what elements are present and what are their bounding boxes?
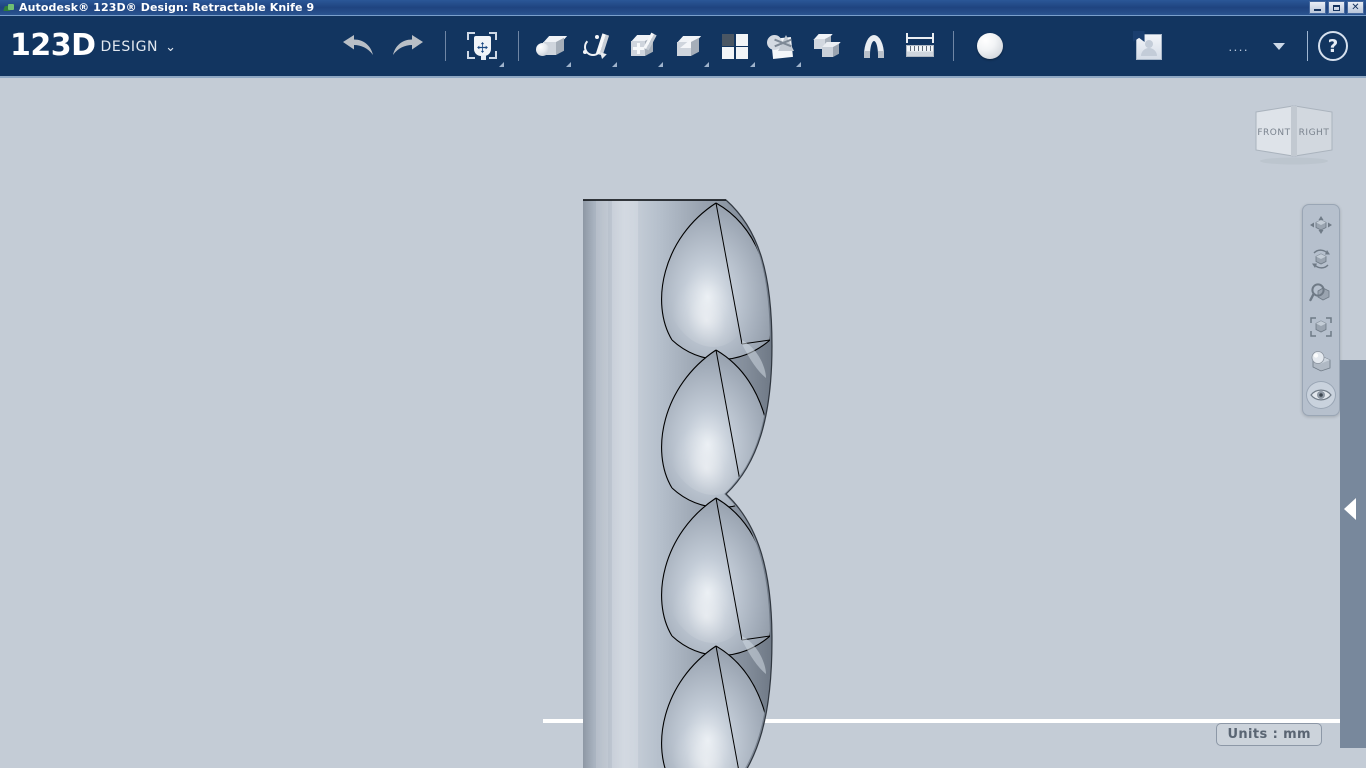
pattern-grid-icon — [718, 30, 754, 62]
pattern-menu-caret[interactable] — [750, 62, 755, 67]
sphere-box-icon — [534, 30, 570, 62]
grouping-menu-caret[interactable] — [796, 62, 801, 67]
units-badge[interactable]: Units : mm — [1216, 723, 1322, 746]
brand-mark: 123D — [10, 33, 96, 59]
modify-button[interactable] — [667, 19, 713, 73]
orbit-button[interactable] — [1306, 245, 1336, 273]
window-title: Autodesk® 123D® Design: Retractable Knif… — [19, 1, 314, 14]
toolbar-overflow-dots[interactable]: .... — [1223, 39, 1255, 54]
viewport-canvas[interactable]: FRONT RIGHT — [0, 78, 1366, 768]
zoom-button[interactable] — [1306, 279, 1336, 307]
pan-icon — [1309, 214, 1333, 236]
combine-solids-icon — [810, 30, 846, 62]
toolbar-divider-4 — [1307, 31, 1308, 61]
transform-button[interactable] — [456, 19, 508, 73]
shading-sphere-cube-icon — [1309, 350, 1333, 372]
material-sphere-icon — [977, 33, 1003, 59]
panel-collapse-handle[interactable] — [1344, 498, 1356, 520]
magnet-icon — [856, 30, 892, 62]
grouping-shapes-icon — [764, 30, 800, 62]
construct-button[interactable] — [621, 19, 667, 73]
toolbar-divider-3 — [953, 31, 954, 61]
shading-button[interactable] — [1306, 347, 1336, 375]
maximize-restore-button[interactable] — [1328, 1, 1345, 14]
model-3d-shaft[interactable] — [0, 78, 1366, 768]
fit-to-view-icon — [1309, 316, 1333, 338]
magnifier-icon — [1309, 282, 1333, 304]
minimize-button[interactable] — [1309, 1, 1326, 14]
orbit-icon — [1309, 248, 1333, 270]
ruler-measure-icon — [902, 30, 938, 62]
redo-button[interactable] — [383, 19, 435, 73]
primitives-button[interactable] — [529, 19, 575, 73]
redo-arrow-icon — [389, 33, 429, 59]
window-controls: ✕ — [1309, 1, 1364, 14]
toolbar-divider-2 — [518, 31, 519, 61]
undo-arrow-icon — [337, 33, 377, 59]
primitives-menu-caret[interactable] — [566, 62, 571, 67]
sketch-pencil-icon — [580, 30, 616, 62]
transform-menu-caret[interactable] — [499, 62, 504, 67]
eye-icon — [1309, 387, 1333, 403]
toolbar-divider — [445, 31, 446, 61]
right-panel-strip — [1340, 360, 1366, 748]
construct-menu-caret[interactable] — [658, 62, 663, 67]
close-button[interactable]: ✕ — [1347, 1, 1364, 14]
toolbar-dropdown-caret-icon[interactable] — [1273, 43, 1285, 50]
undo-button[interactable] — [331, 19, 383, 73]
measure-button[interactable] — [897, 19, 943, 73]
app-menu-brand[interactable]: 123D DESIGN ⌄ — [10, 16, 176, 76]
chevron-down-icon: ⌄ — [165, 36, 176, 58]
modify-box-icon — [672, 30, 708, 62]
viewcube-front-label: FRONT — [1257, 128, 1290, 138]
transform-move-icon — [464, 30, 500, 62]
history-group — [331, 16, 435, 76]
user-account-button[interactable] — [1133, 31, 1163, 61]
window-title-bar: Autodesk® 123D® Design: Retractable Knif… — [0, 0, 1366, 16]
construct-cube-icon — [626, 30, 662, 62]
combine-button[interactable] — [805, 19, 851, 73]
app-icon — [3, 2, 15, 14]
viewcube-right-label: RIGHT — [1299, 128, 1330, 138]
material-button[interactable] — [964, 19, 1016, 73]
grouping-button[interactable] — [759, 19, 805, 73]
visibility-button[interactable] — [1306, 381, 1336, 409]
help-button[interactable]: ? — [1318, 31, 1348, 61]
brand-word: DESIGN — [101, 36, 159, 58]
navigation-toolbar — [1302, 204, 1340, 416]
modify-menu-caret[interactable] — [704, 62, 709, 67]
fit-button[interactable] — [1306, 313, 1336, 341]
pan-button[interactable] — [1306, 211, 1336, 239]
view-cube[interactable]: FRONT RIGHT — [1250, 100, 1338, 166]
sketch-button[interactable] — [575, 19, 621, 73]
sketch-menu-caret[interactable] — [612, 62, 617, 67]
snap-button[interactable] — [851, 19, 897, 73]
pattern-button[interactable] — [713, 19, 759, 73]
main-toolbar: 123D DESIGN ⌄ — [0, 16, 1366, 78]
